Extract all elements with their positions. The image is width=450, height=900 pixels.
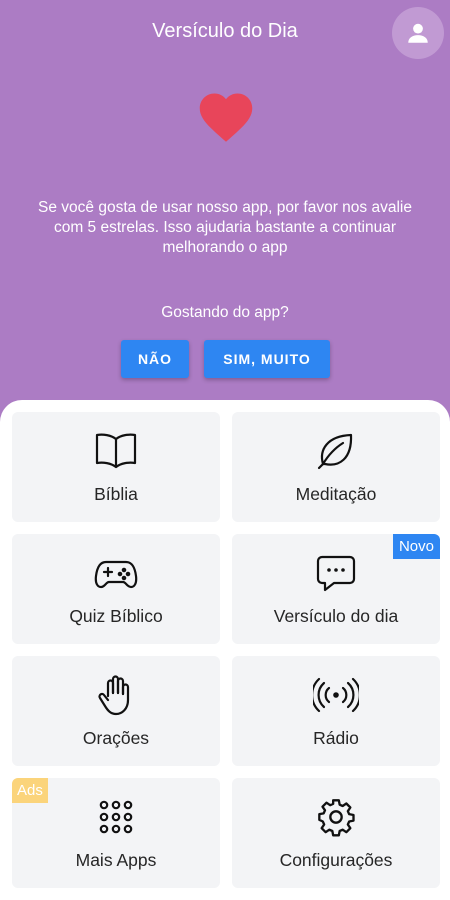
tile-label: Configurações xyxy=(279,850,393,870)
tile-label: Orações xyxy=(82,728,150,748)
no-button[interactable]: NÃO xyxy=(121,340,189,378)
menu-panel: Bíblia Meditação Quiz Bíblico Versículo … xyxy=(0,400,450,900)
leaf-icon xyxy=(317,433,353,470)
tile-label: Mais Apps xyxy=(75,850,157,870)
heart-icon xyxy=(199,93,253,142)
radio-icon xyxy=(313,677,359,713)
rating-message: Se você gosta de usar nosso app, por fav… xyxy=(38,199,412,256)
book-icon xyxy=(95,433,137,469)
ads-badge: Ads xyxy=(12,778,48,803)
tile-label: Bíblia xyxy=(94,484,138,504)
tile-oracoes[interactable]: Orações xyxy=(12,656,220,766)
tile-label: Rádio xyxy=(313,728,359,748)
rating-question: Gostando do app? xyxy=(161,304,289,321)
tile-radio[interactable]: Rádio xyxy=(232,656,440,766)
page-title: Versículo do Dia xyxy=(152,20,298,42)
tile-versiculo-do-dia[interactable]: Versículo do dia Novo xyxy=(232,534,440,644)
profile-button[interactable] xyxy=(392,7,444,59)
gear-icon xyxy=(318,799,355,837)
user-icon xyxy=(408,23,428,43)
tile-meditacao[interactable]: Meditação xyxy=(232,412,440,522)
tile-biblia[interactable]: Bíblia xyxy=(12,412,220,522)
chat-icon xyxy=(316,555,356,592)
tile-configuracoes[interactable]: Configurações xyxy=(232,778,440,888)
apps-grid-icon xyxy=(99,800,133,834)
tile-mais-apps[interactable]: Mais Apps Ads xyxy=(12,778,220,888)
new-badge: Novo xyxy=(392,534,440,559)
tile-label: Quiz Bíblico xyxy=(69,606,163,626)
yes-button[interactable]: SIM, MUITO xyxy=(204,340,330,378)
header: Versículo do Dia Se você gosta de usar n… xyxy=(0,0,450,420)
gamepad-icon xyxy=(94,560,138,589)
tile-label: Versículo do dia xyxy=(273,606,399,626)
hand-icon xyxy=(98,675,130,716)
tile-label: Meditação xyxy=(295,484,377,504)
tile-quiz-biblico[interactable]: Quiz Bíblico xyxy=(12,534,220,644)
